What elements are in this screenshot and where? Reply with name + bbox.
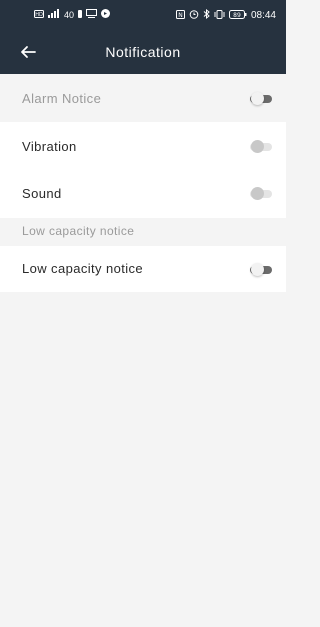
svg-text:N: N [178, 12, 183, 19]
vibration-row: Vibration [0, 122, 286, 170]
vibration-toggle[interactable] [250, 140, 272, 153]
low-capacity-row: Low capacity notice [0, 246, 286, 292]
status-bar-right: N 89 08:44 [175, 8, 276, 22]
svg-text:89: 89 [233, 12, 241, 19]
low-capacity-toggle[interactable] [250, 263, 272, 276]
notification-screen: HD 40 N 89 08:44 Notification Alarm Noti… [0, 0, 286, 627]
toggle-knob [251, 187, 264, 200]
toggle-knob [251, 263, 264, 276]
battery-icon: 89 [228, 9, 247, 22]
app-bar: Notification [0, 31, 286, 74]
screen-icon [86, 9, 98, 21]
hd-icon: HD [34, 9, 44, 21]
alarm-icon [189, 9, 199, 22]
sound-row: Sound [0, 170, 286, 218]
notification-dot-icon [78, 9, 83, 21]
toggle-knob [251, 140, 264, 153]
low-capacity-label: Low capacity notice [22, 261, 144, 276]
status-bar-left: HD 40 [34, 9, 111, 21]
alarm-notice-row: Alarm Notice [0, 74, 286, 122]
signal-icon [48, 9, 60, 21]
nfc-icon: N [175, 9, 185, 22]
status-bar: HD 40 N 89 08:44 [0, 0, 286, 31]
status-time: 08:44 [250, 9, 276, 21]
svg-text:HD: HD [35, 12, 43, 18]
sound-toggle[interactable] [250, 187, 272, 200]
bluetooth-icon [203, 8, 210, 22]
vibrate-icon [214, 9, 225, 22]
alarm-notice-toggle[interactable] [250, 92, 272, 105]
alarm-notice-label: Alarm Notice [22, 91, 102, 106]
sound-label: Sound [22, 186, 62, 201]
toggle-knob [251, 92, 264, 105]
section-header-low-capacity: Low capacity notice [22, 224, 135, 238]
page-title: Notification [105, 44, 181, 60]
vibration-label: Vibration [22, 139, 77, 154]
network-speed-icon: 40 [64, 10, 75, 20]
app-icon [101, 9, 111, 21]
